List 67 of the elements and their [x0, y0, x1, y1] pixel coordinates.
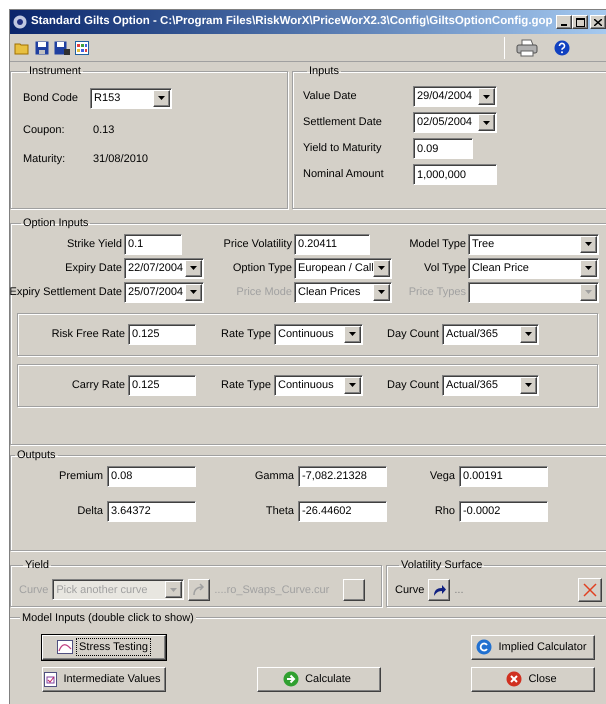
- field-label: Model Type: [409, 236, 466, 252]
- curve-file-name: ...: [454, 582, 465, 598]
- action-button[interactable]: Stress Testing: [42, 634, 166, 660]
- field-label: Rate Type: [221, 326, 271, 342]
- field-value: 31/08/2010: [93, 152, 148, 167]
- action-button[interactable]: Intermediate Values: [42, 666, 166, 692]
- field-label: Settlement Date: [303, 115, 383, 130]
- dropdown[interactable]: Clean Price: [468, 258, 599, 278]
- field-label: Gamma: [254, 468, 294, 484]
- group-title: Volatility Surface: [400, 558, 484, 573]
- field-label: Rho: [434, 504, 455, 519]
- dropdown[interactable]: Actual/365: [442, 324, 539, 344]
- field-label: Theta: [266, 504, 294, 519]
- input-field[interactable]: -0.0002: [459, 500, 548, 522]
- field-label: Vol Type: [424, 260, 466, 276]
- dropdown[interactable]: 02/05/2004: [413, 112, 497, 133]
- input-field[interactable]: 1,000,000: [413, 164, 497, 185]
- field-label: Day Count: [387, 326, 439, 342]
- window-title: Standard Gilts Option - C:\Program Files\RiskWorX\PriceWorX2.3\Config\GiltsOptionConfig.gop: [31, 14, 552, 30]
- dropdown[interactable]: 25/07/2004: [124, 282, 204, 302]
- input-field[interactable]: 0.1: [124, 234, 182, 254]
- dropdown[interactable]: 22/07/2004: [124, 258, 204, 278]
- action-button[interactable]: Calculate: [256, 666, 380, 692]
- field-label: Curve: [395, 582, 424, 598]
- field-label: Option Type: [232, 260, 292, 276]
- field-label: Expiry Settlement Date: [10, 284, 122, 300]
- dropdown[interactable]: European / Call: [294, 258, 392, 278]
- input-field[interactable]: -26.44602: [298, 500, 387, 522]
- field-label: Carry Rate: [72, 378, 125, 393]
- input-field[interactable]: -7,082.21328: [298, 466, 387, 486]
- field-label: Day Count: [387, 378, 439, 393]
- field-label: Bond Code: [23, 90, 78, 106]
- field-label: Value Date: [303, 89, 358, 104]
- field-label: Nominal Amount: [303, 167, 385, 182]
- bond-code-dropdown[interactable]: R153: [90, 88, 172, 108]
- group-title: Outputs: [16, 448, 57, 463]
- field-label: Rate Type: [221, 378, 271, 393]
- group-title: Inputs: [308, 64, 340, 79]
- group-title: Instrument: [28, 64, 82, 79]
- field-label: Maturity:: [23, 152, 66, 167]
- field-label: Risk Free Rate: [52, 326, 125, 342]
- input-field[interactable]: 0.125: [128, 374, 196, 396]
- field-label: Price Volatility: [224, 236, 292, 252]
- field-label: Expiry Date: [65, 260, 122, 276]
- dropdown[interactable]: Continuous: [274, 324, 363, 344]
- field-label: Coupon:: [23, 122, 66, 138]
- input-field[interactable]: 0.20411: [294, 234, 370, 254]
- dropdown[interactable]: Continuous: [274, 374, 363, 396]
- input-field[interactable]: 0.00191: [459, 466, 548, 486]
- group-title: Model Inputs (double click to show): [21, 611, 195, 626]
- group-title: Yield: [24, 558, 50, 573]
- dropdown[interactable]: Tree: [468, 234, 599, 254]
- field-value: 0.13: [93, 122, 114, 138]
- input-field[interactable]: 0.09: [413, 138, 473, 159]
- field-label: Vega: [430, 468, 455, 484]
- dropdown[interactable]: 29/04/2004: [413, 86, 497, 107]
- input-field[interactable]: 0.125: [128, 324, 196, 344]
- action-button[interactable]: Close: [471, 666, 595, 692]
- field-label: Yield to Maturity: [303, 141, 382, 156]
- field-label: Premium: [58, 468, 103, 484]
- field-label: Delta: [77, 504, 103, 519]
- action-button[interactable]: Implied Calculator: [471, 634, 595, 660]
- field-label: Strike Yield: [66, 236, 122, 252]
- input-field[interactable]: 0.08: [107, 466, 196, 486]
- dropdown[interactable]: Actual/365: [442, 374, 539, 396]
- input-field[interactable]: 3.64372: [107, 500, 196, 522]
- group-title: Option Inputs: [22, 216, 90, 231]
